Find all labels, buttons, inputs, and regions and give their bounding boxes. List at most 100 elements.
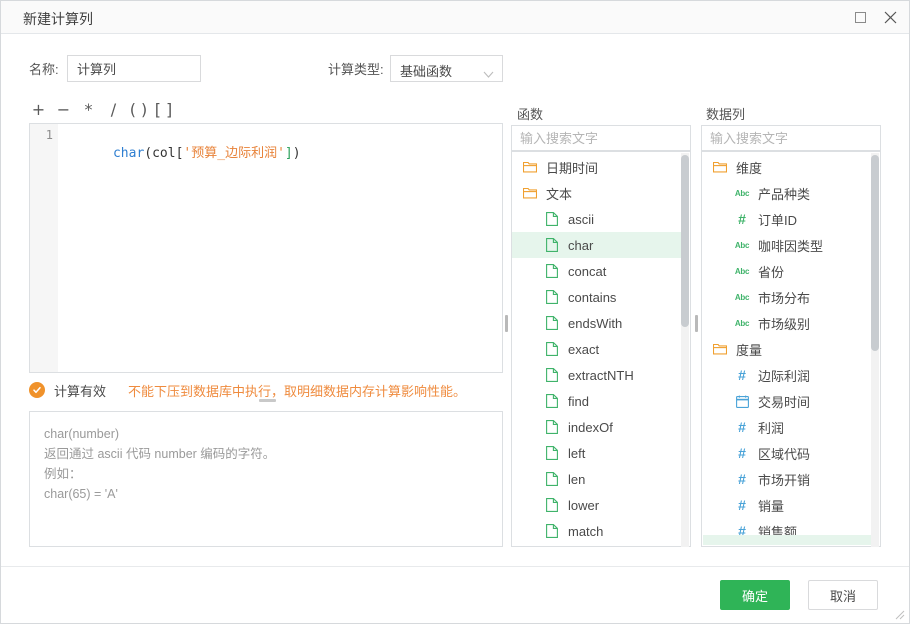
function-item[interactable]: len: [512, 466, 682, 492]
column-item-label: 维度: [736, 158, 762, 177]
column-item-label: 市场开销: [758, 470, 810, 489]
functions-panel-splitter-handle[interactable]: [505, 315, 508, 332]
code-token-string: '预算_边际利润': [183, 146, 284, 161]
function-item[interactable]: match: [512, 518, 682, 544]
column-item[interactable]: # 边际利润: [702, 362, 872, 388]
columns-scrollbar-thumb[interactable]: [871, 155, 879, 351]
abc-icon: Abc: [734, 263, 750, 279]
file-icon: [544, 211, 560, 227]
confirm-button[interactable]: 确定: [720, 580, 790, 610]
function-item[interactable]: lower: [512, 492, 682, 518]
name-label: 名称:: [29, 59, 59, 78]
function-item-label: char: [568, 238, 593, 253]
column-item[interactable]: 维度: [702, 154, 872, 180]
operator-plus-button[interactable]: +: [29, 100, 48, 120]
calc-type-value: 基础函数: [400, 61, 452, 80]
function-item[interactable]: 文本: [512, 180, 682, 206]
horizontal-splitter-handle[interactable]: [259, 399, 276, 402]
operator-multiply-button[interactable]: *: [79, 100, 98, 120]
function-item[interactable]: contains: [512, 284, 682, 310]
abc-icon: Abc: [734, 289, 750, 305]
cancel-button[interactable]: 取消: [808, 580, 878, 610]
function-item[interactable]: exact: [512, 336, 682, 362]
function-item-label: match: [568, 524, 603, 539]
new-calculated-column-dialog: 新建计算列 名称: 计算类型: 基础函数 + − * / ( ) [ ]: [0, 0, 910, 624]
calc-type-select[interactable]: 基础函数: [390, 55, 503, 82]
column-item[interactable]: #销量: [702, 492, 872, 518]
column-item-label: 市场分布: [758, 288, 810, 307]
close-icon[interactable]: [881, 8, 899, 26]
name-input[interactable]: [67, 55, 201, 82]
functions-scrollbar[interactable]: [681, 153, 689, 547]
column-item[interactable]: Abc 市场分布: [702, 284, 872, 310]
function-description-panel: char(number) 返回通过 ascii 代码 number 编码的字符。…: [29, 411, 503, 547]
function-item[interactable]: 日期时间: [512, 154, 682, 180]
formula-code-line[interactable]: char(col['预算_边际利润']): [66, 127, 301, 176]
function-item[interactable]: endsWith: [512, 310, 682, 336]
function-item[interactable]: indexOf: [512, 414, 682, 440]
column-item-label: 订单ID: [758, 210, 797, 229]
status-label: 计算有效: [54, 381, 106, 400]
function-item[interactable]: extractNTH: [512, 362, 682, 388]
line-number: 1: [46, 128, 53, 142]
columns-list[interactable]: 维度Abc产品种类#订单IDAbc咖啡因类型Abc省份Abc市场分布Abc市场级…: [702, 154, 872, 544]
folder-icon: [712, 159, 728, 175]
function-item[interactable]: concat: [512, 258, 682, 284]
hash-icon: #: [734, 211, 750, 227]
description-line: char(65) = 'A': [44, 484, 488, 504]
description-line: 例如：: [44, 464, 488, 484]
file-icon: [544, 237, 560, 253]
functions-list[interactable]: 日期时间文本ascii char concatcontainsendsWithexa…: [512, 154, 682, 544]
hash-icon: #: [734, 367, 750, 383]
columns-search-input[interactable]: [701, 125, 881, 151]
header-form: 名称: 计算类型: 基础函数: [1, 34, 909, 91]
function-item-label: 日期时间: [546, 158, 598, 177]
column-item-label: 边际利润: [758, 366, 810, 385]
column-item[interactable]: Abc市场级别: [702, 310, 872, 336]
column-item-label: 产品种类: [758, 184, 810, 203]
calendar-icon: [734, 393, 750, 409]
columns-scrollbar[interactable]: [871, 153, 879, 547]
file-icon: [544, 445, 560, 461]
column-item[interactable]: # 订单ID: [702, 206, 872, 232]
column-item[interactable]: 交易时间: [702, 388, 872, 414]
operator-parens-button[interactable]: ( ): [129, 100, 148, 120]
operator-divide-button[interactable]: /: [104, 100, 123, 120]
file-icon: [544, 315, 560, 331]
folder-icon: [522, 159, 538, 175]
code-token-open: (col[: [144, 146, 183, 161]
operator-minus-button[interactable]: −: [54, 100, 73, 120]
columns-panel-title: 数据列: [706, 104, 745, 123]
formula-editor[interactable]: 1 char(col['预算_边际利润']): [29, 123, 503, 373]
operator-brackets-button[interactable]: [ ]: [154, 100, 173, 120]
column-item[interactable]: #区域代码: [702, 440, 872, 466]
calc-type-label: 计算类型:: [328, 59, 384, 78]
file-icon: [544, 341, 560, 357]
function-item[interactable]: char: [512, 232, 682, 258]
column-item[interactable]: Abc 产品种类: [702, 180, 872, 206]
function-item-label: lower: [568, 498, 599, 513]
file-icon: [544, 471, 560, 487]
editor-gutter: 1: [30, 124, 58, 372]
column-item-label: 市场级别: [758, 314, 810, 333]
column-item[interactable]: #市场开销: [702, 466, 872, 492]
function-item[interactable]: left: [512, 440, 682, 466]
column-item[interactable]: 度量: [702, 336, 872, 362]
column-item[interactable]: Abc咖啡因类型: [702, 232, 872, 258]
column-item[interactable]: #利润: [702, 414, 872, 440]
function-item[interactable]: find: [512, 388, 682, 414]
abc-icon: Abc: [734, 185, 750, 201]
resize-grip-icon[interactable]: [893, 608, 905, 620]
column-item[interactable]: Abc省份: [702, 258, 872, 284]
column-item-label: 销量: [758, 496, 784, 515]
title-bar: 新建计算列: [1, 1, 909, 34]
functions-search-input[interactable]: [511, 125, 691, 151]
chevron-down-icon: [483, 66, 494, 81]
columns-panel-splitter-handle[interactable]: [695, 315, 698, 332]
functions-scrollbar-thumb[interactable]: [681, 155, 689, 327]
maximize-icon[interactable]: [851, 8, 869, 26]
function-item-label: indexOf: [568, 420, 613, 435]
column-item-label: 区域代码: [758, 444, 810, 463]
columns-list-panel: 维度Abc产品种类#订单IDAbc咖啡因类型Abc省份Abc市场分布Abc市场级…: [701, 151, 881, 547]
function-item[interactable]: ascii: [512, 206, 682, 232]
